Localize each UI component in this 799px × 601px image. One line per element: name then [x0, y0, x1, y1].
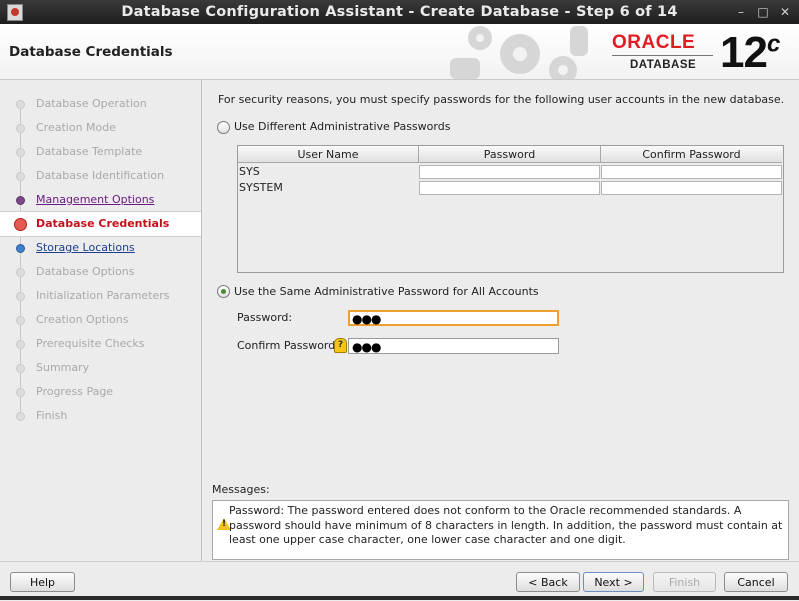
- use-different-passwords-radio[interactable]: [217, 121, 230, 134]
- sys-password-cell[interactable]: [419, 165, 600, 179]
- message-text: Password: The password entered does not …: [229, 504, 783, 546]
- version-number: 12: [720, 28, 768, 77]
- step-storage-locations[interactable]: Storage Locations: [0, 236, 201, 260]
- step-dot-icon: [16, 316, 25, 325]
- use-same-password-label[interactable]: Use the Same Administrative Password for…: [234, 285, 539, 298]
- step-dot-icon: [16, 340, 25, 349]
- step-label: Prerequisite Checks: [36, 337, 145, 350]
- page-header: Database Credentials ORACLE DATABASE 12c: [0, 24, 799, 80]
- cancel-button[interactable]: Cancel: [724, 572, 788, 592]
- step-dot-icon: [16, 172, 25, 181]
- step-initialization-parameters: Initialization Parameters: [0, 284, 201, 308]
- step-label: Finish: [36, 409, 68, 422]
- messages-box: Password: The password entered does not …: [212, 500, 789, 560]
- oracle-database-label: DATABASE: [630, 59, 697, 71]
- step-management-options[interactable]: Management Options: [0, 188, 201, 212]
- column-header-user-name[interactable]: User Name: [238, 146, 419, 163]
- step-creation-mode: Creation Mode: [0, 116, 201, 140]
- step-progress-page: Progress Page: [0, 380, 201, 404]
- step-label: Summary: [36, 361, 90, 374]
- logo-divider: [612, 55, 713, 56]
- column-header-confirm-password[interactable]: Confirm Password: [601, 146, 782, 163]
- title-bar: Database Configuration Assistant - Creat…: [0, 0, 799, 24]
- back-button[interactable]: < Back: [516, 572, 580, 592]
- user-name-cell: SYSTEM: [239, 181, 283, 194]
- step-label[interactable]: Management Options: [36, 193, 154, 206]
- step-label: Database Identification: [36, 169, 165, 182]
- step-database-options: Database Options: [0, 260, 201, 284]
- step-creation-options: Creation Options: [0, 308, 201, 332]
- password-input[interactable]: ●●●: [348, 310, 559, 326]
- user-passwords-table: User Name Password Confirm Password SYS …: [237, 145, 784, 273]
- page-title: Database Credentials: [9, 44, 173, 60]
- step-label: Initialization Parameters: [36, 289, 170, 302]
- minimize-icon[interactable]: –: [733, 4, 749, 20]
- step-label: Creation Options: [36, 313, 129, 326]
- confirm-password-label: Confirm Password: [237, 339, 336, 352]
- step-label: Creation Mode: [36, 121, 117, 134]
- step-database-template: Database Template: [0, 140, 201, 164]
- column-header-password[interactable]: Password: [419, 146, 601, 163]
- step-label[interactable]: Storage Locations: [36, 241, 135, 254]
- step-database-credentials: Database Credentials: [0, 211, 201, 237]
- step-dot-icon: [16, 292, 25, 301]
- step-dot-icon: [16, 196, 25, 205]
- step-dot-icon: [16, 124, 25, 133]
- button-bar: Help < Back Next > Finish Cancel: [0, 561, 799, 601]
- step-label: Database Template: [36, 145, 143, 158]
- taskbar-edge: [0, 596, 799, 600]
- step-prerequisite-checks: Prerequisite Checks: [0, 332, 201, 356]
- steps-sidebar: Database Operation Creation Mode Databas…: [0, 80, 202, 561]
- confirm-password-input[interactable]: ●●●: [348, 338, 559, 354]
- version-logo: 12c: [720, 28, 780, 78]
- intro-text: For security reasons, you must specify p…: [218, 93, 785, 106]
- gears-graphic-icon: [450, 26, 588, 79]
- step-label: Progress Page: [36, 385, 114, 398]
- step-dot-icon: [16, 100, 25, 109]
- step-label: Database Operation: [36, 97, 147, 110]
- close-icon[interactable]: ✕: [777, 4, 793, 20]
- system-confirm-password-cell[interactable]: [601, 181, 782, 195]
- use-same-password-radio[interactable]: [217, 285, 230, 298]
- current-step-icon: [14, 218, 27, 231]
- window-title: Database Configuration Assistant - Creat…: [121, 4, 678, 20]
- password-hint-icon[interactable]: ?: [334, 338, 347, 353]
- step-dot-icon: [16, 388, 25, 397]
- main-panel: For security reasons, you must specify p…: [202, 80, 799, 561]
- use-different-passwords-label[interactable]: Use Different Administrative Passwords: [234, 120, 450, 133]
- step-label: Database Credentials: [36, 217, 170, 230]
- step-dot-icon: [16, 412, 25, 421]
- step-database-operation: Database Operation: [0, 92, 201, 116]
- sys-confirm-password-cell[interactable]: [601, 165, 782, 179]
- password-label: Password:: [237, 311, 293, 324]
- oracle-logo: ORACLE: [612, 32, 696, 53]
- step-finish: Finish: [0, 404, 201, 428]
- step-dot-icon: [16, 244, 25, 253]
- user-name-cell: SYS: [239, 165, 260, 178]
- next-button[interactable]: Next >: [583, 572, 644, 592]
- finish-button: Finish: [653, 572, 716, 592]
- version-suffix: c: [766, 30, 780, 58]
- maximize-icon[interactable]: □: [755, 4, 771, 20]
- system-password-cell[interactable]: [419, 181, 600, 195]
- step-dot-icon: [16, 148, 25, 157]
- step-database-identification: Database Identification: [0, 164, 201, 188]
- step-summary: Summary: [0, 356, 201, 380]
- step-label: Database Options: [36, 265, 135, 278]
- step-dot-icon: [16, 268, 25, 277]
- dbca-window: Database Configuration Assistant - Creat…: [0, 0, 799, 601]
- messages-label: Messages:: [212, 483, 270, 496]
- help-button[interactable]: Help: [10, 572, 75, 592]
- step-dot-icon: [16, 364, 25, 373]
